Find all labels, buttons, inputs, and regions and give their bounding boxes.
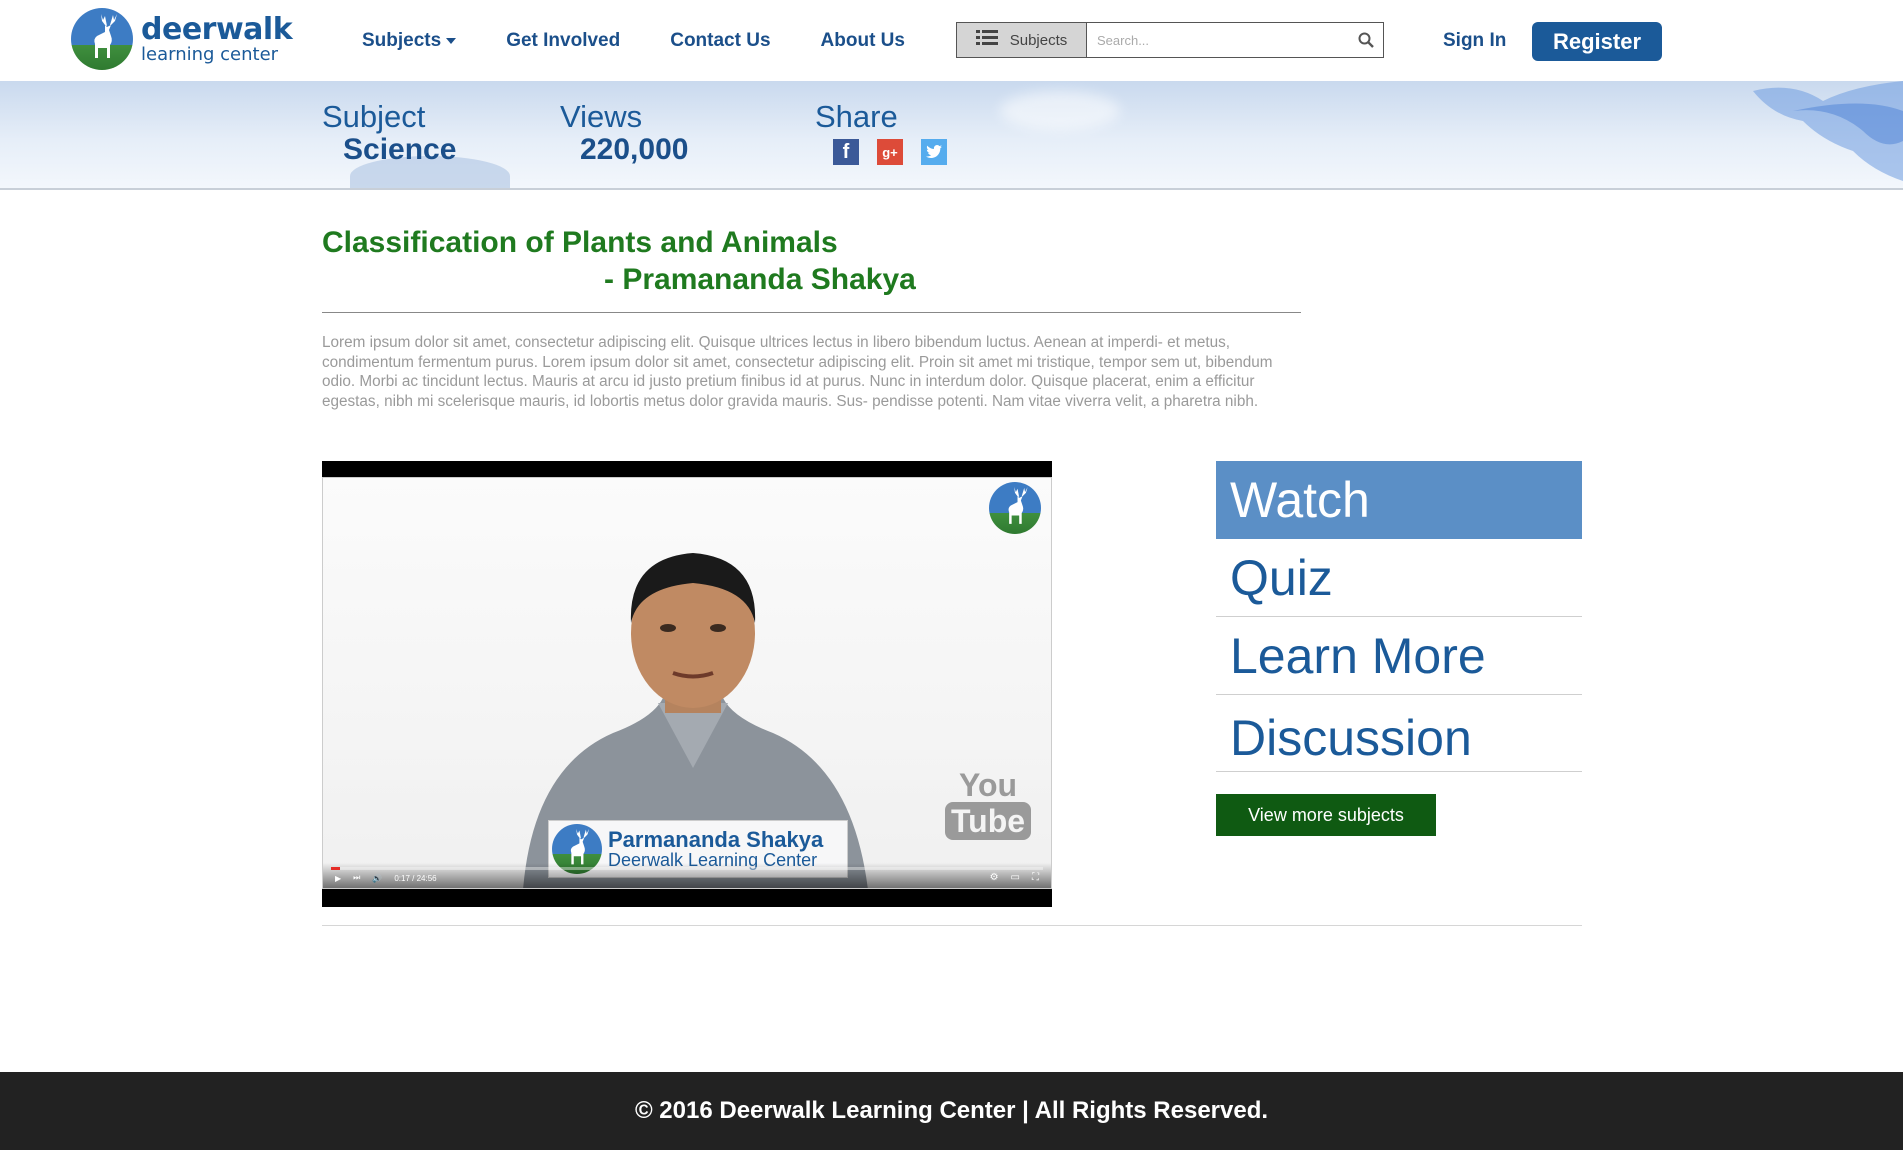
view-more-subjects-button[interactable]: View more subjects — [1216, 794, 1436, 836]
logo-tagline: learning center — [141, 43, 279, 65]
youtube-watermark-icon: You Tube — [945, 767, 1032, 840]
fullscreen-icon[interactable]: ⛶ — [1032, 872, 1039, 883]
channel-logo-icon[interactable] — [989, 482, 1041, 534]
video-player[interactable]: You Tube Parmananda Shakya Deerwalk Lear… — [322, 461, 1052, 907]
sign-in-link[interactable]: Sign In — [1443, 30, 1506, 52]
search-button[interactable] — [1349, 23, 1383, 57]
views-label: Views — [560, 99, 643, 134]
side-menu-watch[interactable]: Watch — [1216, 461, 1582, 539]
nav-contact-us[interactable]: Contact Us — [670, 30, 770, 52]
share-stat: Share f g+ — [815, 99, 965, 165]
settings-icon[interactable]: ⚙ — [990, 872, 999, 883]
search-icon — [1358, 32, 1374, 48]
register-button[interactable]: Register — [1532, 22, 1662, 61]
lesson-description: Lorem ipsum dolor sit amet, consectetur … — [322, 334, 1273, 410]
nav-about-us[interactable]: About Us — [821, 30, 905, 52]
side-menu-discussion[interactable]: Discussion — [1216, 695, 1582, 772]
views-stat: Views 220,000 — [560, 99, 688, 167]
next-icon[interactable]: ⏭ — [353, 873, 360, 883]
footer-copyright: © 2016 Deerwalk Learning Center | All Ri… — [634, 1097, 1269, 1124]
share-label: Share — [815, 99, 898, 134]
nav-subjects-label: Subjects — [362, 30, 442, 51]
nav-get-involved[interactable]: Get Involved — [506, 30, 620, 52]
facebook-icon[interactable]: f — [833, 139, 859, 165]
site-footer: © 2016 Deerwalk Learning Center | All Ri… — [0, 1072, 1903, 1150]
banner-cloud-decoration — [1000, 91, 1120, 131]
lesson-stats-banner: Subject Science Views 220,000 Share f g+ — [0, 81, 1903, 190]
caret-down-icon — [446, 38, 457, 44]
search-category-button[interactable]: Subjects — [957, 23, 1087, 57]
search-category-label: Subjects — [1009, 31, 1068, 49]
side-menu-learn-more[interactable]: Learn More — [1216, 617, 1582, 695]
logo-name: deerwalk — [141, 11, 293, 47]
video-progress-bar[interactable] — [331, 867, 1043, 870]
nav-subjects[interactable]: Subjects — [362, 30, 457, 52]
lesson-title: Classification of Plants and Animals - P… — [322, 224, 1322, 298]
search-bar: Subjects — [956, 22, 1384, 58]
video-progress-fill — [331, 867, 340, 870]
subject-label: Subject — [322, 99, 426, 134]
youtube-you-text: You — [959, 767, 1018, 803]
site-logo[interactable]: deerwalk learning center — [71, 8, 293, 70]
content-divider — [322, 925, 1582, 926]
google-plus-icon[interactable]: g+ — [877, 139, 903, 165]
youtube-tube-text: Tube — [945, 802, 1032, 840]
views-value: 220,000 — [580, 133, 689, 166]
title-divider — [322, 312, 1301, 313]
side-menu-quiz[interactable]: Quiz — [1216, 539, 1582, 617]
lesson-side-menu: Watch Quiz Learn More Discussion — [1216, 461, 1582, 772]
lesson-author: - Pramananda Shakya — [604, 263, 916, 296]
banner-splash-decoration — [1753, 81, 1903, 181]
nav-contact-us-label: Contact Us — [670, 30, 771, 51]
video-screen[interactable]: You Tube Parmananda Shakya Deerwalk Lear… — [322, 477, 1052, 889]
site-header: deerwalk learning center Subjects Get In… — [0, 0, 1903, 81]
volume-icon[interactable]: 🔊 — [372, 874, 382, 883]
lower-third-name: Parmananda Shakya — [608, 827, 824, 852]
video-controls: ▶ ⏭ 🔊 0:17 / 24:56 ⚙ ▭ ⛶ — [323, 863, 1051, 888]
theater-mode-icon[interactable]: ▭ — [1011, 872, 1020, 883]
search-input[interactable] — [1087, 23, 1349, 57]
main-nav: Subjects Get Involved Contact Us About U… — [362, 30, 955, 52]
deer-logo-icon — [71, 8, 133, 70]
subject-value: Science — [343, 133, 457, 166]
list-icon — [975, 30, 998, 50]
nav-about-us-label: About Us — [820, 30, 905, 51]
twitter-icon[interactable] — [921, 139, 947, 165]
lesson-title-text: Classification of Plants and Animals — [322, 226, 838, 259]
subject-stat: Subject Science — [322, 99, 456, 167]
nav-get-involved-label: Get Involved — [506, 30, 621, 51]
video-time: 0:17 / 24:56 — [394, 873, 437, 883]
play-icon[interactable]: ▶ — [335, 874, 341, 883]
